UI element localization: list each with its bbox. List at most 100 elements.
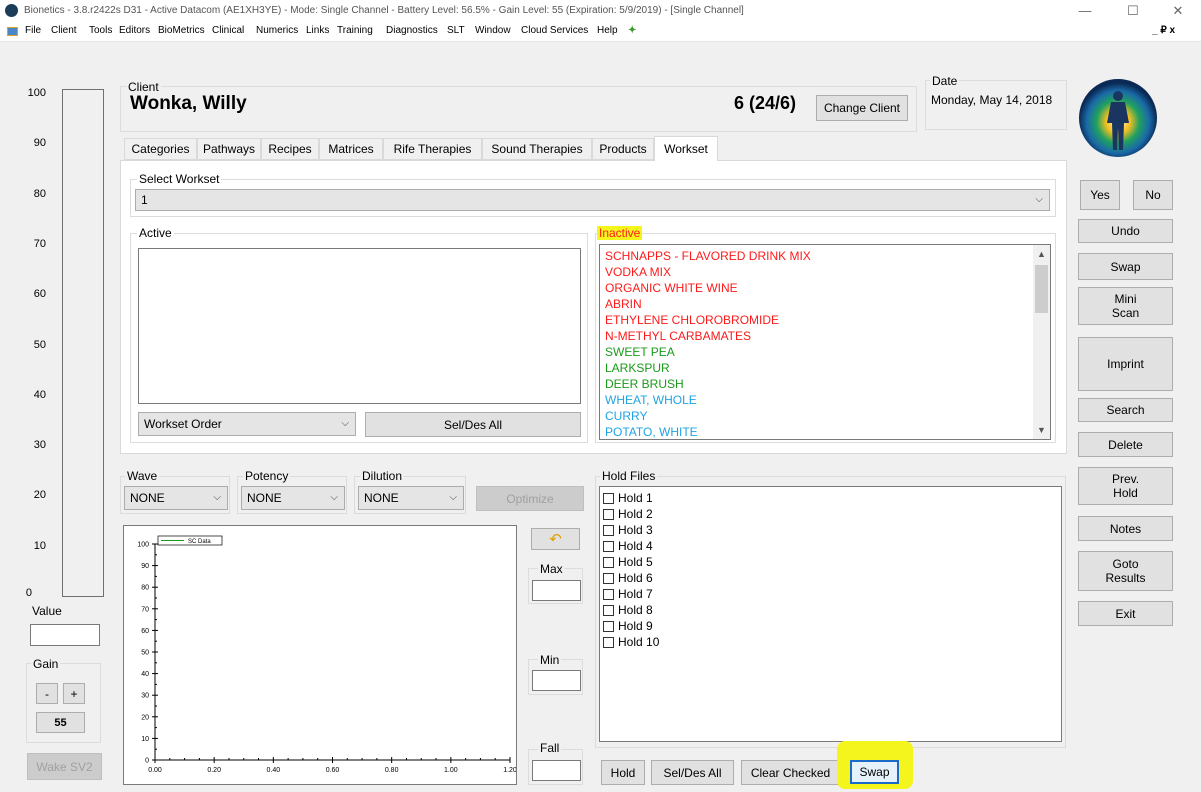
refresh-arrow-icon[interactable]: ↶ (531, 528, 580, 550)
tab-workset[interactable]: Workset (654, 136, 718, 161)
checkbox[interactable] (603, 620, 614, 632)
menu-file[interactable]: File (25, 25, 41, 36)
hold-item[interactable]: Hold 9 (603, 618, 659, 634)
gain-minus-button[interactable]: - (36, 683, 58, 704)
inactive-list-item[interactable]: SCHNAPPS - FLAVORED DRINK MIX (605, 248, 811, 264)
hold-swap-button[interactable]: Swap (850, 760, 899, 784)
notes-button[interactable]: Notes (1078, 516, 1173, 541)
inactive-list-item[interactable]: ABRIN (605, 296, 811, 312)
menu-diagnostics[interactable]: Diagnostics (386, 25, 438, 36)
dilution-select[interactable]: NONE ⌵ (358, 486, 464, 510)
inactive-list-item[interactable]: CURRY (605, 408, 811, 424)
hold-item[interactable]: Hold 6 (603, 570, 659, 586)
menu-clinical[interactable]: Clinical (212, 25, 244, 36)
inactive-list-item[interactable]: DEER BRUSH (605, 376, 811, 392)
exit-button[interactable]: Exit (1078, 601, 1173, 626)
undo-button[interactable]: Undo (1078, 219, 1173, 243)
gain-plus-button[interactable]: + (63, 683, 85, 704)
checkbox[interactable] (603, 524, 614, 536)
active-sel-des-all-button[interactable]: Sel/Des All (365, 412, 581, 437)
potency-select[interactable]: NONE ⌵ (241, 486, 345, 510)
workset-select[interactable]: 1 ⌵ (135, 189, 1050, 211)
tab-products[interactable]: Products (592, 138, 654, 160)
tab-matrices[interactable]: Matrices (319, 138, 383, 160)
checkbox[interactable] (603, 508, 614, 520)
date-label: Date (930, 74, 960, 88)
scroll-up-icon[interactable]: ▲ (1037, 249, 1046, 259)
wave-select[interactable]: NONE ⌵ (124, 486, 228, 510)
mini-scan-button[interactable]: Mini Scan (1078, 287, 1173, 325)
checkbox[interactable] (603, 540, 614, 552)
inactive-list-item[interactable]: POTATO, WHITE (605, 424, 811, 439)
inactive-list-item[interactable]: ORGANIC WHITE WINE (605, 280, 811, 296)
menu-client[interactable]: Client (51, 25, 77, 36)
person-icon[interactable]: ✦ (628, 25, 636, 36)
active-list[interactable] (138, 248, 581, 404)
inactive-list-item[interactable]: N-METHYL CARBAMATES (605, 328, 811, 344)
prev-hold-button[interactable]: Prev. Hold (1078, 467, 1173, 505)
tab-pathways[interactable]: Pathways (197, 138, 261, 160)
tab-rife-therapies[interactable]: Rife Therapies (383, 138, 482, 160)
clear-checked-button[interactable]: Clear Checked (741, 760, 840, 785)
search-button[interactable]: Search (1078, 398, 1173, 422)
swap-button[interactable]: Swap (1078, 253, 1173, 280)
menu-editors[interactable]: Editors (119, 25, 150, 36)
menu-cloud-services[interactable]: Cloud Services (521, 25, 588, 36)
value-field[interactable] (30, 624, 100, 646)
hold-item[interactable]: Hold 5 (603, 554, 659, 570)
inactive-list-item[interactable]: SWEET PEA (605, 344, 811, 360)
hold-button[interactable]: Hold (601, 760, 645, 785)
checkbox[interactable] (603, 572, 614, 584)
menu-biometrics[interactable]: BioMetrics (158, 25, 205, 36)
yes-button[interactable]: Yes (1080, 180, 1120, 210)
menu-help[interactable]: Help (597, 25, 618, 36)
inactive-list-item[interactable]: WHEAT, WHOLE (605, 392, 811, 408)
menu-tools[interactable]: Tools (89, 25, 112, 36)
scrollbar[interactable]: ▲ ▼ (1033, 245, 1050, 439)
checkbox[interactable] (603, 588, 614, 600)
maximize-button[interactable]: ☐ (1110, 0, 1156, 22)
menu-slt[interactable]: SLT (447, 25, 465, 36)
inactive-list-item[interactable]: ETHYLENE CHLOROBROMIDE (605, 312, 811, 328)
minimize-button[interactable]: — (1062, 0, 1108, 22)
hold-files-list[interactable]: Hold 1 Hold 2 Hold 3 Hold 4 Hold 5 Hold 6 Hold… (599, 486, 1062, 742)
hold-sel-des-all-button[interactable]: Sel/Des All (651, 760, 734, 785)
hold-item[interactable]: Hold 7 (603, 586, 659, 602)
tab-sound-therapies[interactable]: Sound Therapies (482, 138, 592, 160)
no-button[interactable]: No (1133, 180, 1173, 210)
optimize-button[interactable]: Optimize (476, 486, 584, 511)
menu-links[interactable]: Links (306, 25, 329, 36)
hold-item[interactable]: Hold 3 (603, 522, 659, 538)
wake-sv2-button[interactable]: Wake SV2 (27, 753, 102, 780)
inactive-list[interactable]: SCHNAPPS - FLAVORED DRINK MIX VODKA MIX OR… (599, 244, 1051, 440)
chart-y-tick-label: 80 (141, 585, 149, 592)
hold-item[interactable]: Hold 2 (603, 506, 659, 522)
checkbox[interactable] (603, 492, 614, 504)
max-field[interactable] (532, 580, 581, 601)
hold-item[interactable]: Hold 10 (603, 634, 659, 650)
hold-item[interactable]: Hold 4 (603, 538, 659, 554)
checkbox[interactable] (603, 604, 614, 616)
delete-button[interactable]: Delete (1078, 432, 1173, 457)
close-button[interactable]: ✕ (1155, 0, 1201, 22)
menu-window[interactable]: Window (475, 25, 511, 36)
scroll-down-icon[interactable]: ▼ (1037, 425, 1046, 435)
fall-field[interactable] (532, 760, 581, 781)
inactive-list-item[interactable]: LARKSPUR (605, 360, 811, 376)
workset-order-select[interactable]: Workset Order ⌵ (138, 412, 356, 436)
tab-recipes[interactable]: Recipes (261, 138, 319, 160)
change-client-button[interactable]: Change Client (816, 95, 908, 121)
hold-item[interactable]: Hold 1 (603, 490, 659, 506)
min-field[interactable] (532, 670, 581, 691)
hold-item[interactable]: Hold 8 (603, 602, 659, 618)
imprint-button[interactable]: Imprint (1078, 337, 1173, 391)
scroll-thumb[interactable] (1035, 265, 1048, 313)
checkbox[interactable] (603, 556, 614, 568)
menu-numerics[interactable]: Numerics (256, 25, 298, 36)
mdi-controls[interactable]: _ ₽ x (1152, 25, 1175, 36)
tab-categories[interactable]: Categories (124, 138, 197, 160)
inactive-list-item[interactable]: VODKA MIX (605, 264, 811, 280)
menu-training[interactable]: Training (337, 25, 373, 36)
goto-results-button[interactable]: Goto Results (1078, 551, 1173, 591)
checkbox[interactable] (603, 636, 614, 648)
